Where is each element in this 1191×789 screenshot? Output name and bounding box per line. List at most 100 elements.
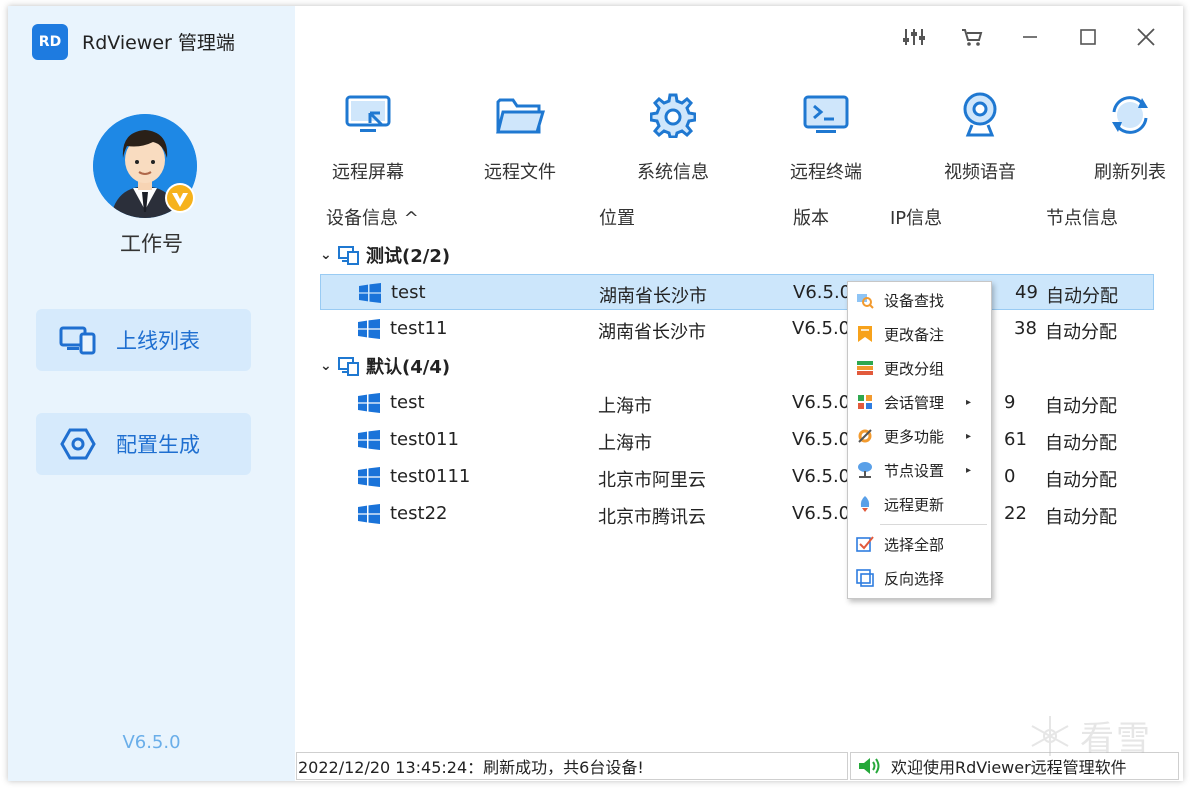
device-name: test0111 xyxy=(390,466,471,487)
maximize-button[interactable] xyxy=(1059,20,1117,54)
toolbar-label: 远程屏幕 xyxy=(332,162,404,183)
header-node[interactable]: 节点信息 xyxy=(1046,204,1118,230)
toolbar-label: 刷新列表 xyxy=(1094,162,1166,183)
refresh-icon xyxy=(1070,88,1183,142)
devices-icon xyxy=(58,320,98,360)
menu-item-change-group[interactable]: 更改分组 xyxy=(848,351,991,385)
menu-item-more-functions[interactable]: 更多功能 ▸ xyxy=(848,419,991,453)
table-row[interactable]: test11 湖南省长沙市 V6.5.0 38 自动分配 xyxy=(320,311,1154,347)
device-group-icon xyxy=(338,245,366,265)
table-row[interactable]: test011 上海市 V6.5.0 61 自动分配 xyxy=(320,422,1154,458)
device-name: test xyxy=(390,392,425,413)
webcam-icon xyxy=(920,88,1040,142)
menu-item-session-manage[interactable]: 会话管理 ▸ xyxy=(848,385,991,419)
cart-icon xyxy=(962,29,983,46)
device-name: test xyxy=(391,282,426,303)
sidebar-item-online-list[interactable]: 上线列表 xyxy=(36,309,251,371)
version-label: V6.5.0 xyxy=(122,732,181,753)
cart-button[interactable] xyxy=(943,20,1001,54)
device-ip: 9 xyxy=(1004,392,1016,413)
device-node: 自动分配 xyxy=(1046,286,1118,307)
video-voice-button[interactable]: 视频语音 xyxy=(920,88,1040,184)
remote-screen-button[interactable]: 远程屏幕 xyxy=(308,88,428,184)
menu-item-label: 更多功能 xyxy=(884,427,945,446)
app-logo: RD xyxy=(32,24,68,60)
windows-icon xyxy=(358,393,380,413)
menu-item-label: 节点设置 xyxy=(884,461,945,480)
menu-item-label: 更改备注 xyxy=(884,325,945,344)
menu-item-node-settings[interactable]: 节点设置 ▸ xyxy=(848,453,991,487)
table-row[interactable]: test 湖南省长沙市 V6.5.0 49 自动分配 xyxy=(320,274,1154,310)
header-version[interactable]: 版本 xyxy=(793,204,829,230)
folder-icon xyxy=(460,88,580,142)
group-header[interactable]: ⌄ 默认(4/4) xyxy=(320,351,450,381)
device-node: 自动分配 xyxy=(1045,433,1117,454)
group-header[interactable]: ⌄ 测试(2/2) xyxy=(320,240,450,270)
device-table: 设备信息 ^ 位置 版本 IP信息 节点信息 ⌄ 测试(2/2) test 湖南… xyxy=(308,202,1178,747)
system-info-button[interactable]: 系统信息 xyxy=(613,88,733,184)
device-version: V6.5.0 xyxy=(793,282,852,303)
table-row[interactable]: test 上海市 V6.5.0 9 自动分配 xyxy=(320,385,1154,421)
group-title: 测试(2/2) xyxy=(366,246,451,267)
search-device-icon xyxy=(855,290,875,310)
menu-item-select-all[interactable]: 选择全部 xyxy=(848,527,991,561)
sliders-icon xyxy=(903,29,925,45)
table-row[interactable]: test0111 北京市阿里云 V6.5.0 0 自动分配 xyxy=(320,459,1154,495)
hexagon-settings-icon xyxy=(58,424,98,464)
close-button[interactable] xyxy=(1117,20,1175,54)
device-version: V6.5.0 xyxy=(792,503,851,524)
close-icon xyxy=(1137,28,1155,46)
menu-item-label: 选择全部 xyxy=(884,535,945,554)
session-icon xyxy=(855,392,875,412)
remote-terminal-button[interactable]: 远程终端 xyxy=(766,88,886,184)
menu-item-remote-update[interactable]: 远程更新 xyxy=(848,487,991,521)
check-all-icon xyxy=(855,534,875,554)
device-location: 湖南省长沙市 xyxy=(598,322,706,343)
menu-item-invert-select[interactable]: 反向选择 xyxy=(848,561,991,595)
windows-icon xyxy=(359,283,381,303)
sidebar-item-config-generate[interactable]: 配置生成 xyxy=(36,413,251,475)
refresh-list-button[interactable]: 刷新列表 xyxy=(1070,88,1183,184)
windows-icon xyxy=(358,430,380,450)
device-ip: 0 xyxy=(1004,466,1016,487)
sidebar: RD RdViewer 管理端 工作号 上线列表 配置生成 V6.5.0 xyxy=(8,6,295,781)
menu-item-edit-note[interactable]: 更改备注 xyxy=(848,317,991,351)
header-device-info[interactable]: 设备信息 ^ xyxy=(326,204,419,230)
menu-item-label: 设备查找 xyxy=(884,291,945,310)
submenu-arrow-icon: ▸ xyxy=(965,464,971,476)
chevron-down-icon[interactable]: ⌄ xyxy=(320,358,338,374)
toolbar-label: 远程文件 xyxy=(484,162,556,183)
device-node: 自动分配 xyxy=(1045,507,1117,528)
submenu-arrow-icon: ▸ xyxy=(965,396,971,408)
header-location[interactable]: 位置 xyxy=(599,204,635,230)
maximize-icon xyxy=(1080,29,1096,45)
settings-sliders-button[interactable] xyxy=(885,20,943,54)
app-window: RD RdViewer 管理端 工作号 上线列表 配置生成 V6.5.0 远程屏… xyxy=(8,6,1183,781)
menu-item-find-device[interactable]: 设备查找 xyxy=(848,283,991,317)
device-ip: 38 xyxy=(1014,318,1037,339)
user-name: 工作号 xyxy=(120,232,183,256)
device-node: 自动分配 xyxy=(1045,470,1117,491)
remote-file-button[interactable]: 远程文件 xyxy=(460,88,580,184)
device-location: 北京市腾讯云 xyxy=(598,507,706,528)
menu-item-label: 反向选择 xyxy=(884,569,945,588)
sidebar-item-label: 配置生成 xyxy=(116,433,200,457)
vip-badge-icon xyxy=(165,183,195,213)
rocket-icon xyxy=(855,494,875,514)
bookmark-icon xyxy=(855,324,875,344)
header-ip[interactable]: IP信息 xyxy=(890,204,942,230)
status-message: 2022/12/20 13:45:24：刷新成功，共6台设备! xyxy=(296,752,848,780)
device-version: V6.5.0 xyxy=(792,318,851,339)
minimize-button[interactable] xyxy=(1001,20,1059,54)
table-row[interactable]: test22 北京市腾讯云 V6.5.0 22 自动分配 xyxy=(320,496,1154,532)
toolbar-label: 视频语音 xyxy=(944,162,1016,183)
status-text: 2022/12/20 13:45:24：刷新成功，共6台设备! xyxy=(298,758,644,777)
device-version: V6.5.0 xyxy=(792,466,851,487)
menu-item-label: 远程更新 xyxy=(884,495,945,514)
chevron-down-icon[interactable]: ⌄ xyxy=(320,247,338,263)
device-ip: 49 xyxy=(1015,282,1038,303)
device-name: test011 xyxy=(390,429,459,450)
node-icon xyxy=(855,460,875,480)
minimize-icon xyxy=(1023,36,1037,38)
submenu-arrow-icon: ▸ xyxy=(965,430,971,442)
